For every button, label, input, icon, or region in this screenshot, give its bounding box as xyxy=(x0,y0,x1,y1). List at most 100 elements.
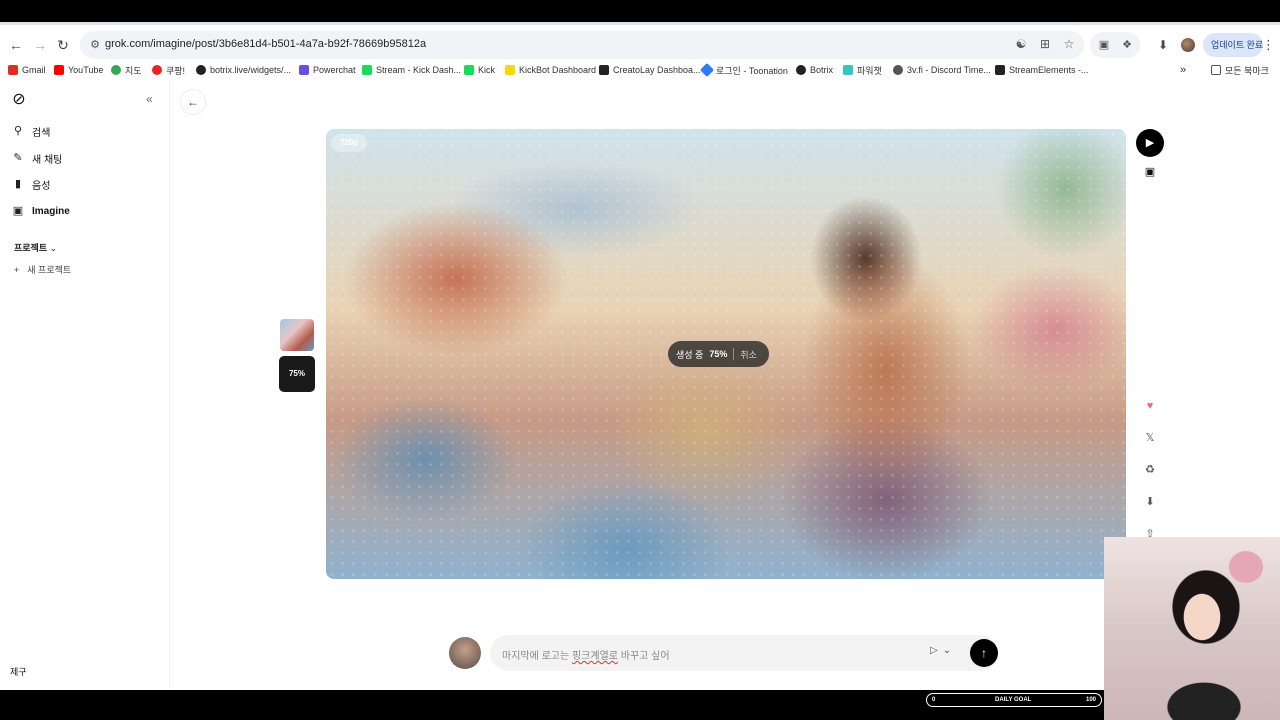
search-icon: ⚲ xyxy=(13,125,23,137)
bookmark-star-icon[interactable]: ☆ xyxy=(1062,37,1076,51)
sidebar-item-new-chat[interactable]: ✎ 새 채팅 xyxy=(12,149,62,167)
install-icon[interactable]: ⊞ xyxy=(1038,37,1052,51)
powerchat-icon xyxy=(843,65,853,75)
source-image-avatar[interactable] xyxy=(449,637,481,669)
webcam-overlay xyxy=(1104,537,1280,720)
generation-thumbnail[interactable] xyxy=(280,319,314,351)
bookmark-item[interactable]: Powerchat xyxy=(299,63,356,77)
url-text[interactable]: grok.com/imagine/post/3b6e81d4-b501-4a7a… xyxy=(105,38,426,50)
collapse-sidebar-icon[interactable]: « xyxy=(146,92,158,106)
chevron-down-icon: ⌄ xyxy=(942,645,952,656)
bookmark-item[interactable]: botrix.live/widgets/... xyxy=(196,63,291,77)
video-mode-icon[interactable]: ▶ xyxy=(1136,129,1164,157)
bookmark-item[interactable]: StreamElements -... xyxy=(995,63,1089,77)
powerchat-icon xyxy=(299,65,309,75)
voice-icon: ▮ xyxy=(14,178,22,190)
remix-icon[interactable]: ♻ xyxy=(1143,463,1157,477)
heart-icon[interactable]: ♥ xyxy=(1143,399,1157,413)
bookmark-item[interactable]: YouTube xyxy=(54,63,103,77)
folder-icon xyxy=(1211,65,1221,75)
sidebar: ⊘ « ⚲ 검색 ✎ 새 채팅 ▮ 음성 ▣ Imagine 프로젝트 ⌄ + … xyxy=(0,80,170,690)
extension-icon[interactable]: ▣ xyxy=(1097,38,1111,52)
address-row: ← → ↻ ⚙ grok.com/imagine/post/3b6e81d4-b… xyxy=(0,31,1280,59)
grok-app: ⊘ « ⚲ 검색 ✎ 새 채팅 ▮ 음성 ▣ Imagine 프로젝트 ⌄ + … xyxy=(0,80,1280,690)
bookmark-item[interactable]: Stream - Kick Dash... xyxy=(362,63,461,77)
sidebar-item-voice[interactable]: ▮ 음성 xyxy=(12,175,50,193)
reload-icon[interactable]: ↻ xyxy=(55,37,71,53)
map-pin-icon xyxy=(111,65,121,75)
user-name[interactable]: 제구 xyxy=(10,665,27,678)
all-bookmarks[interactable]: 모든 북마크 xyxy=(1211,63,1269,77)
toonation-icon xyxy=(699,62,715,78)
thumbnail-progress[interactable]: 75% xyxy=(279,356,315,392)
bookmark-item[interactable]: Kick xyxy=(464,63,495,77)
projects-header[interactable]: 프로젝트 ⌄ xyxy=(14,241,57,254)
top-black-bar xyxy=(0,0,1280,22)
kick-icon xyxy=(464,65,474,75)
divider xyxy=(733,348,735,360)
globe-icon xyxy=(893,65,903,75)
address-bar[interactable]: ⚙ grok.com/imagine/post/3b6e81d4-b501-4a… xyxy=(80,31,1084,59)
back-button[interactable]: ← xyxy=(180,89,206,115)
bookmark-item[interactable]: 3v.fi - Discord Time... xyxy=(893,63,991,77)
layers-icon xyxy=(599,65,609,75)
omnibox-actions: ☯ ⊞ ☆ xyxy=(1014,37,1076,51)
bookmark-item[interactable]: Botrix xyxy=(796,63,833,77)
sidebar-item-imagine[interactable]: ▣ Imagine xyxy=(12,202,70,220)
edit-icon: ✎ xyxy=(13,152,23,164)
grok-logo-icon[interactable]: ⊘ xyxy=(10,91,28,109)
goal-min: 0 xyxy=(932,697,936,703)
bookmark-item[interactable]: 쿠팡! xyxy=(152,63,185,77)
kick-icon xyxy=(362,65,372,75)
back-arrow-icon[interactable]: ← xyxy=(8,37,24,53)
gmail-icon xyxy=(8,65,18,75)
x-share-icon[interactable]: 𝕏 xyxy=(1143,431,1157,445)
bookmark-item[interactable]: 지도 xyxy=(111,63,142,77)
imagine-icon: ▣ xyxy=(12,205,24,217)
goal-label: DAILY GOAL xyxy=(995,697,1032,703)
resolution-badge: 720p xyxy=(331,134,367,152)
browser-chrome: ← → ↻ ⚙ grok.com/imagine/post/3b6e81d4-b… xyxy=(0,22,1280,80)
progress-label: 생성 중 xyxy=(676,349,704,360)
streamelements-icon xyxy=(995,65,1005,75)
image-mode-icon[interactable]: ▣ xyxy=(1143,165,1157,179)
download-icon[interactable]: ⬇ xyxy=(1143,495,1157,509)
stream-overlay-bar: 0 DAILY GOAL 100 xyxy=(0,690,1280,720)
kickbot-icon xyxy=(505,65,515,75)
goal-max: 100 xyxy=(1085,697,1096,703)
generated-video-preview: 720p 생성 중 75% 취소 xyxy=(326,129,1126,579)
translate-icon[interactable]: ☯ xyxy=(1014,37,1028,51)
progress-percent: 75% xyxy=(709,349,728,359)
extensions-group: ▣ ❖ xyxy=(1090,32,1140,58)
menu-dots-icon[interactable]: ⋮ xyxy=(1262,37,1275,53)
cancel-button[interactable]: 취소 xyxy=(740,348,757,361)
update-button[interactable]: 업데이트 완료 xyxy=(1203,33,1263,57)
github-icon xyxy=(196,65,206,75)
sidebar-item-search[interactable]: ⚲ 검색 xyxy=(12,122,50,140)
prompt-input[interactable]: 마지막에 로고는 핑크계열로 바꾸고 싶어 xyxy=(502,647,670,662)
github-icon xyxy=(796,65,806,75)
mode-selector[interactable]: ▷ ⌄ xyxy=(930,645,951,656)
bookmark-item[interactable]: CreatoLay Dashboa... xyxy=(599,63,701,77)
more-bookmarks-icon[interactable]: » xyxy=(1180,63,1186,77)
download-icon[interactable]: ⬇ xyxy=(1156,38,1170,52)
forward-arrow-icon[interactable]: → xyxy=(32,37,48,53)
new-project-button[interactable]: + 새 프로젝트 xyxy=(14,263,71,276)
bookmark-item[interactable]: Gmail xyxy=(8,63,46,77)
bookmarks-bar: Gmail YouTube 지도 쿠팡! botrix.live/widgets… xyxy=(0,61,1280,79)
youtube-icon xyxy=(54,65,64,75)
chevron-down-icon: ⌄ xyxy=(49,243,58,253)
profile-avatar[interactable] xyxy=(1181,38,1195,52)
generation-progress: 생성 중 75% 취소 xyxy=(668,341,769,367)
site-info-icon[interactable]: ⚙ xyxy=(88,38,102,52)
bookmark-item[interactable]: KickBot Dashboard xyxy=(505,63,596,77)
send-button[interactable]: ↑ xyxy=(970,639,998,667)
bookmark-item[interactable]: 파워챗 xyxy=(843,63,882,77)
prompt-composer[interactable]: 마지막에 로고는 핑크계열로 바꾸고 싶어 ▷ ⌄ ↑ xyxy=(490,635,998,671)
video-camera-icon: ▷ xyxy=(930,645,938,656)
plus-icon: + xyxy=(14,264,20,275)
bookmark-item[interactable]: 로그인 - Toonation xyxy=(699,62,788,78)
puzzle-icon[interactable]: ❖ xyxy=(1120,38,1134,52)
coupang-icon xyxy=(152,65,162,75)
daily-goal-bar: 0 DAILY GOAL 100 xyxy=(926,693,1102,707)
